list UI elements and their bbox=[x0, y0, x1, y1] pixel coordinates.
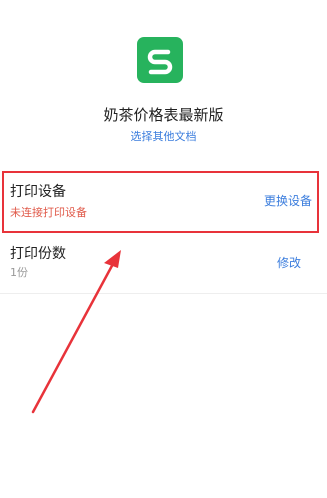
annotation-arrow bbox=[31, 250, 121, 414]
